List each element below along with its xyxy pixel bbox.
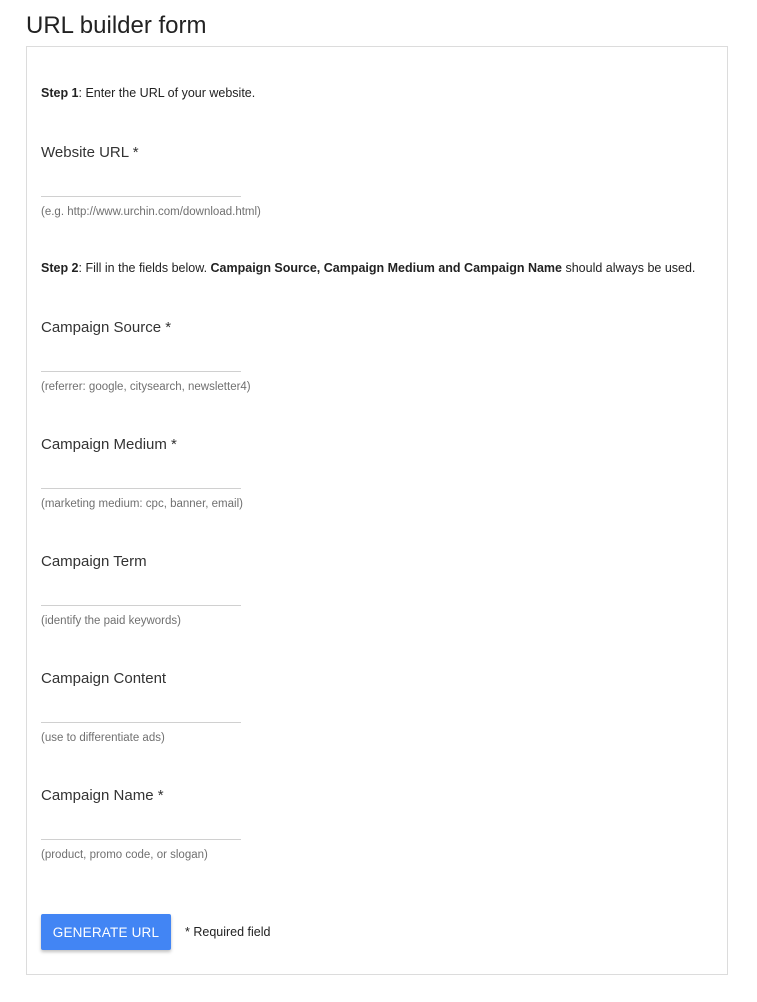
campaign-medium-label: Campaign Medium * [41, 436, 177, 453]
campaign-name-label: Campaign Name * [41, 787, 164, 804]
campaign-source-hint: (referrer: google, citysearch, newslette… [41, 381, 251, 393]
campaign-term-hint: (identify the paid keywords) [41, 615, 181, 627]
campaign-content-hint: (use to differentiate ads) [41, 732, 165, 744]
step-2-emphasis: Campaign Source, Campaign Medium and Cam… [210, 261, 562, 275]
campaign-source-input[interactable] [41, 349, 241, 372]
campaign-term-label: Campaign Term [41, 553, 147, 570]
generate-url-button[interactable]: GENERATE URL [41, 914, 171, 950]
required-field-note: * Required field [185, 925, 271, 939]
campaign-term-input[interactable] [41, 583, 241, 606]
campaign-source-label: Campaign Source * [41, 319, 172, 336]
step-2-instruction: Step 2: Fill in the fields below. Campai… [41, 260, 695, 276]
campaign-content-input[interactable] [41, 700, 241, 723]
page-title: URL builder form [26, 12, 207, 39]
website-url-label: Website URL * [41, 144, 139, 161]
website-url-hint: (e.g. http://www.urchin.com/download.htm… [41, 206, 261, 218]
campaign-content-label: Campaign Content [41, 670, 167, 687]
campaign-medium-input[interactable] [41, 466, 241, 489]
step-2-label: Step 2 [41, 261, 79, 275]
url-builder-form: Step 1: Enter the URL of your website. W… [26, 46, 728, 975]
step-1-label: Step 1 [41, 86, 79, 100]
campaign-name-input[interactable] [41, 817, 241, 840]
campaign-medium-hint: (marketing medium: cpc, banner, email) [41, 498, 243, 510]
step-1-text: : Enter the URL of your website. [78, 86, 256, 100]
website-url-input[interactable] [41, 174, 241, 197]
step-2-text-after: should always be used. [561, 261, 696, 275]
step-1-instruction: Step 1: Enter the URL of your website. [41, 85, 255, 101]
step-2-text-before: : Fill in the fields below. [78, 261, 211, 275]
campaign-name-hint: (product, promo code, or slogan) [41, 849, 208, 861]
